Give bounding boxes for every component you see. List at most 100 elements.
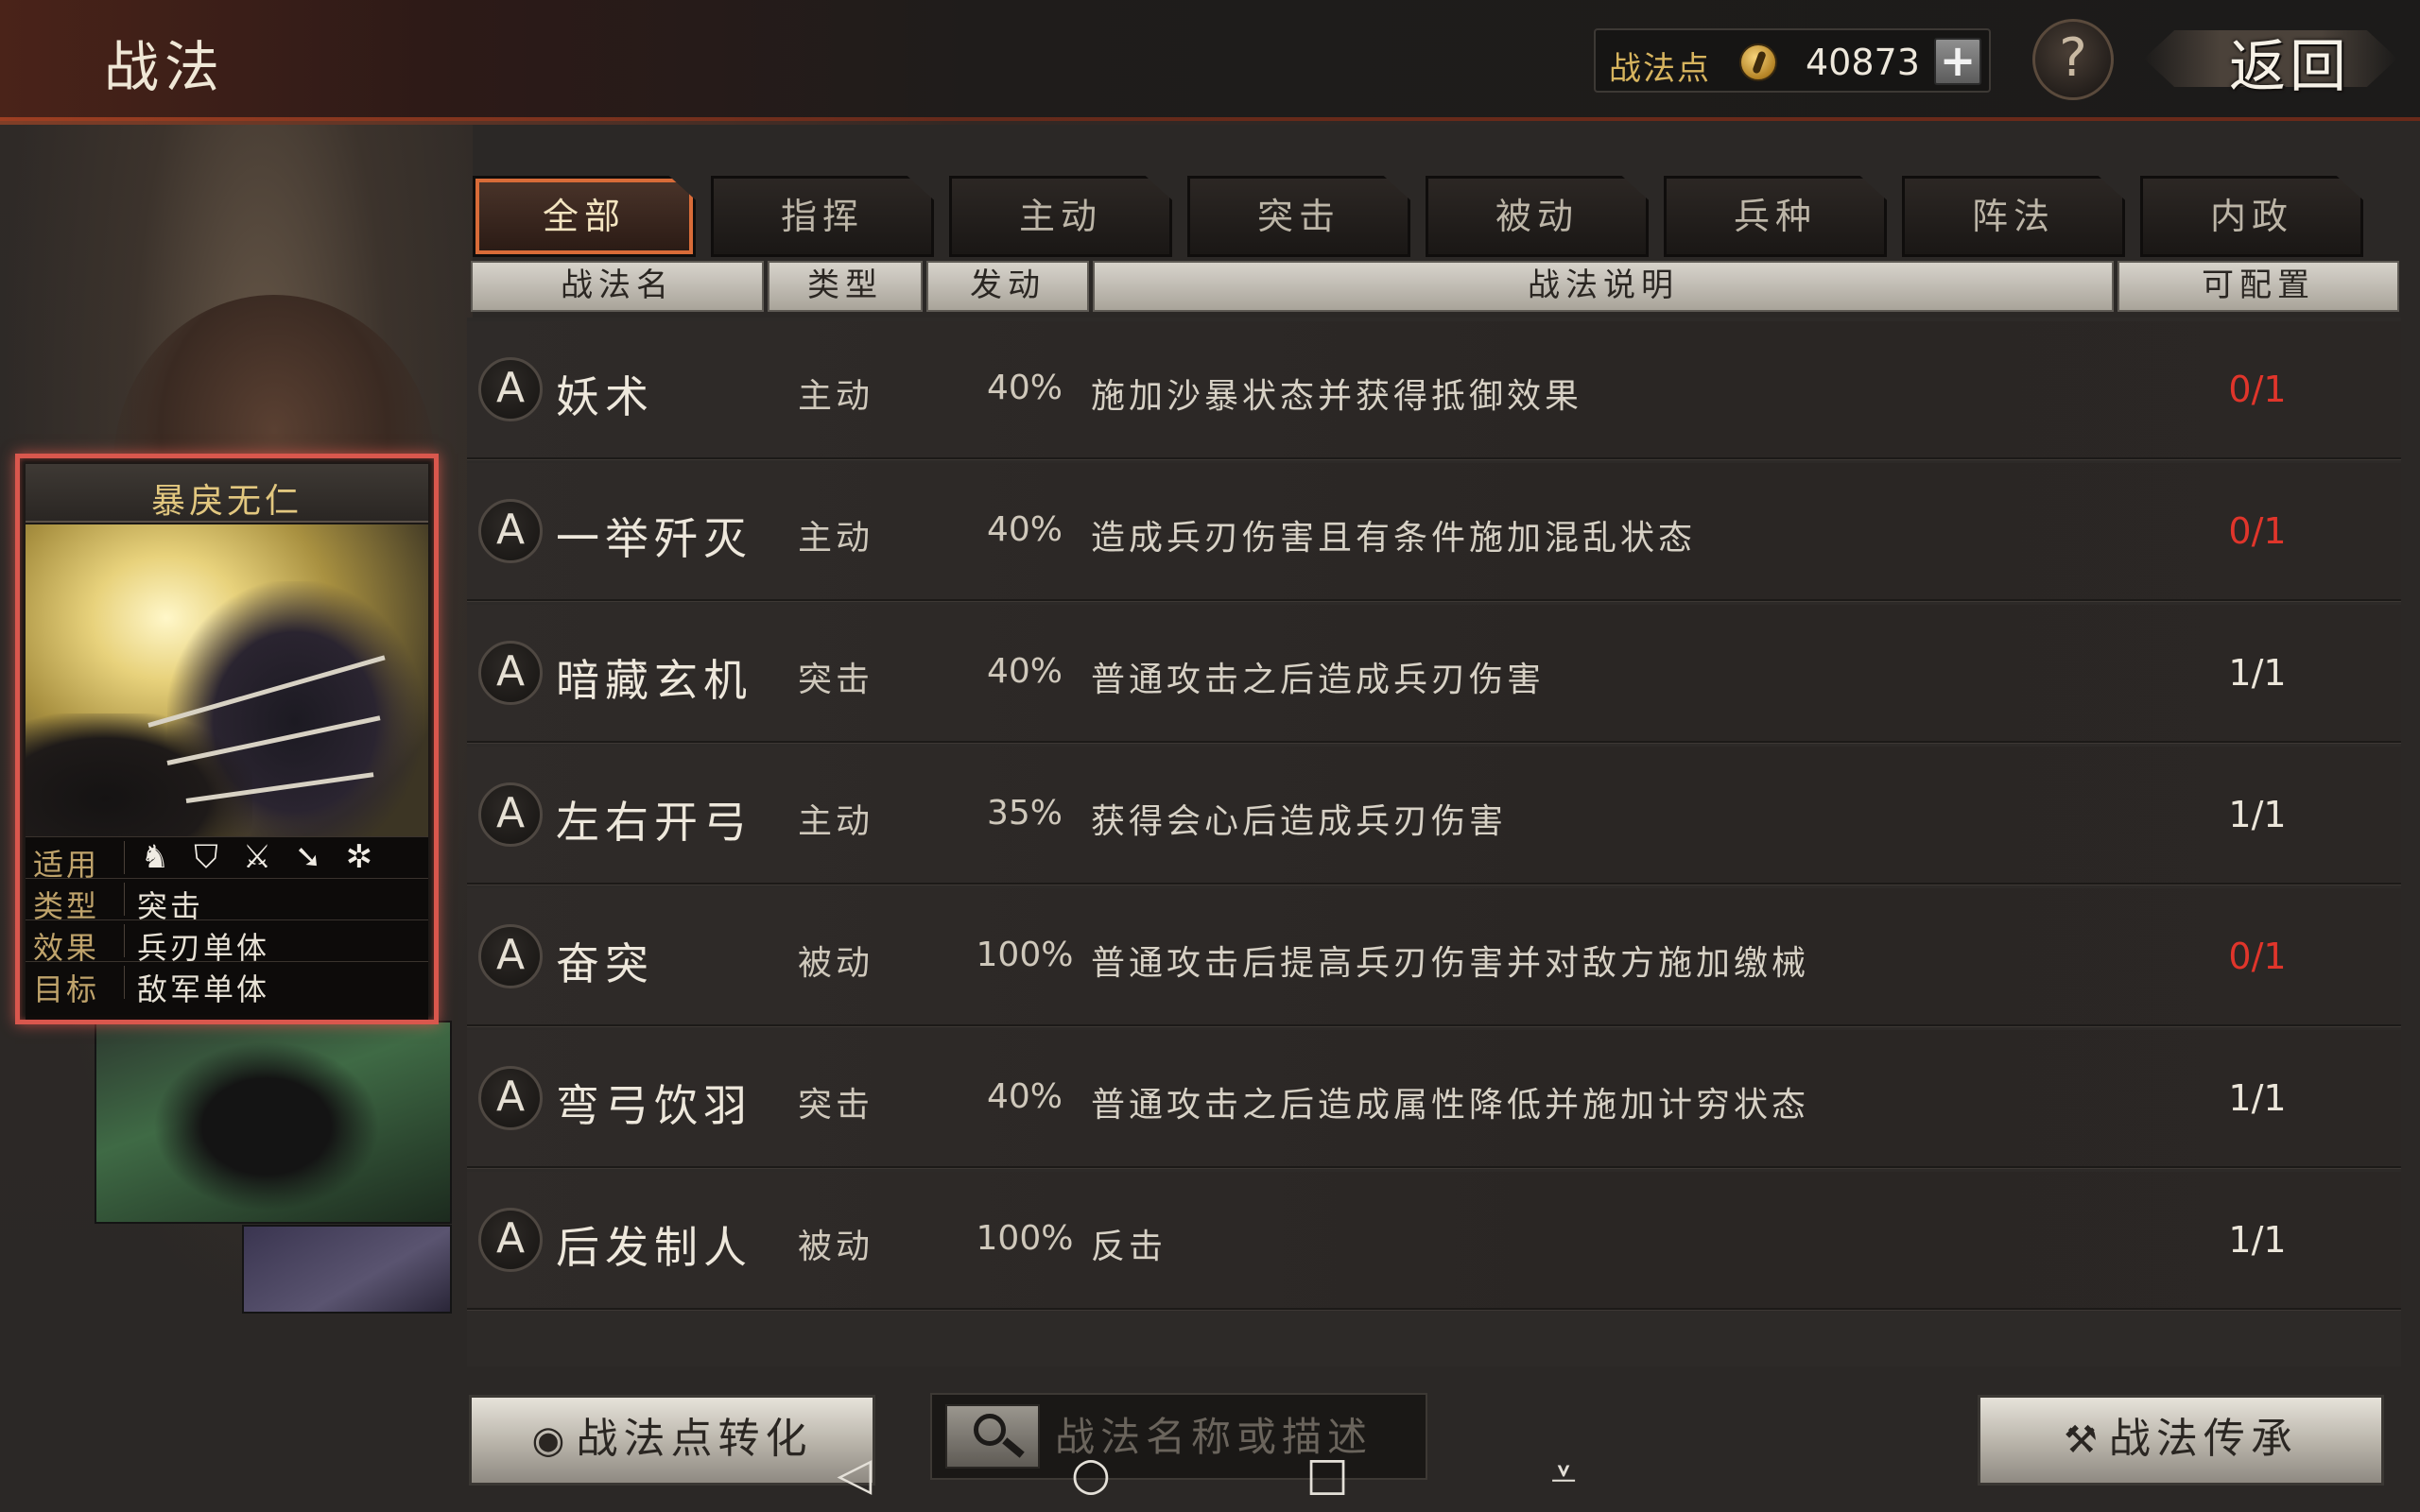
add-points-button[interactable]: +	[1934, 38, 1981, 85]
android-navigation-bar: ◁ ○ □ ⩡	[0, 1435, 2420, 1512]
card-properties: 适用 ♞ ⛉ ⚔ ➘ ✲ 类型 突击 效果 兵刃单体 目标 敌军单体	[26, 836, 428, 1020]
prop-value: 敌军单体	[137, 971, 270, 1007]
skill-description: 造成兵刃伤害且有条件施加混乱状态	[1091, 519, 1697, 558]
nav-recents-icon[interactable]: □	[1299, 1446, 1356, 1503]
skill-description: 普通攻击之后造成属性降低并施加计穷状态	[1091, 1086, 1810, 1125]
skill-list[interactable]: A 妖术 主动 40% 施加沙暴状态并获得抵御效果 0/1 A 一举歼灭 主动 …	[467, 318, 2401, 1366]
card-name-bar: 暴戾无仁	[26, 464, 428, 523]
skill-trigger-rate: 40%	[986, 510, 1063, 549]
arrow-icon: ➘	[294, 838, 322, 876]
grade-badge: A	[478, 357, 543, 421]
skill-type: 突击	[798, 1086, 874, 1125]
skill-type: 主动	[798, 802, 874, 841]
skill-config-count: 1/1	[2228, 1219, 2287, 1261]
card-skill-name: 暴戾无仁	[150, 482, 302, 521]
tab-assault[interactable]: 突击	[1187, 176, 1410, 257]
skill-card-thumbnail[interactable]	[242, 1225, 452, 1314]
top-bar: 战法 战法点 40873 + ? 返回	[0, 0, 2420, 125]
skill-trigger-rate: 35%	[986, 794, 1063, 833]
tab-active[interactable]: 主动	[949, 176, 1172, 257]
column-header-name[interactable]: 战法名	[471, 261, 764, 312]
tactic-points-label: 战法点	[1609, 50, 1711, 88]
divider	[124, 924, 125, 957]
divider	[124, 883, 125, 916]
table-header: 战法名 类型 发动 战法说明 可配置	[471, 261, 2399, 312]
table-row[interactable]: A 妖术 主动 40% 施加沙暴状态并获得抵御效果 0/1	[467, 321, 2401, 460]
back-label: 返回	[2229, 34, 2350, 100]
skill-description: 普通攻击之后造成兵刃伤害	[1091, 661, 1546, 699]
skill-name: 一举歼灭	[556, 513, 752, 564]
tab-passive[interactable]: 被动	[1426, 176, 1649, 257]
grade-badge: A	[478, 499, 543, 563]
skill-description: 获得会心后造成兵刃伤害	[1091, 802, 1508, 841]
skill-config-count: 1/1	[2228, 794, 2287, 835]
selected-skill-card[interactable]: 暴戾无仁 适用 ♞ ⛉ ⚔ ➘ ✲ 类型 突击 效果 兵刃单体 目标 敌军单体	[15, 454, 439, 1024]
coin-icon	[1739, 43, 1777, 81]
tab-troop[interactable]: 兵种	[1664, 176, 1887, 257]
tab-formation[interactable]: 阵法	[1902, 176, 2125, 257]
column-header-configurable[interactable]: 可配置	[2118, 261, 2399, 312]
wheel-icon: ✲	[345, 838, 373, 876]
category-tabs: 全部 指挥 主动 突击 被动 兵种 阵法 内政	[473, 176, 2401, 257]
tactic-points-box: 战法点 40873 +	[1594, 28, 1991, 93]
help-button[interactable]: ?	[2032, 19, 2114, 100]
table-row[interactable]: A 暗藏玄机 突击 40% 普通攻击之后造成兵刃伤害 1/1	[467, 605, 2401, 744]
skill-description: 施加沙暴状态并获得抵御效果	[1091, 377, 1583, 416]
skill-type: 被动	[798, 1228, 874, 1266]
prop-label: 目标	[33, 971, 100, 1007]
table-row[interactable]: A 奋突 被动 100% 普通攻击后提高兵刃伤害并对敌方施加缴械 0/1	[467, 888, 2401, 1027]
skill-name: 后发制人	[556, 1222, 752, 1273]
table-row[interactable]: A 左右开弓 主动 35% 获得会心后造成兵刃伤害 1/1	[467, 747, 2401, 885]
back-button[interactable]: 返回	[2144, 17, 2397, 100]
skill-config-count: 1/1	[2228, 1077, 2287, 1119]
tab-command[interactable]: 指挥	[711, 176, 934, 257]
skill-description: 普通攻击后提高兵刃伤害并对敌方施加缴械	[1091, 944, 1810, 983]
nav-home-icon[interactable]: ○	[1063, 1446, 1119, 1503]
divider	[124, 966, 125, 999]
prop-row-applicable: 适用 ♞ ⛉ ⚔ ➘ ✲	[26, 836, 428, 883]
skill-trigger-rate: 100%	[976, 1219, 1074, 1258]
skill-config-count: 1/1	[2228, 652, 2287, 694]
skill-config-count: 0/1	[2228, 510, 2287, 552]
prop-row-type: 类型 突击	[26, 878, 428, 924]
skill-card-thumbnail[interactable]	[95, 1021, 452, 1224]
crossed-swords-icon: ⚔	[242, 838, 272, 876]
column-header-description: 战法说明	[1093, 261, 2114, 312]
skill-name: 奋突	[556, 938, 654, 989]
tactic-points-value: 40873	[1806, 42, 1920, 83]
skill-trigger-rate: 40%	[986, 369, 1063, 407]
grade-badge: A	[478, 924, 543, 988]
divider	[124, 841, 125, 874]
skill-type: 主动	[798, 519, 874, 558]
skill-trigger-rate: 100%	[976, 936, 1074, 974]
skill-name: 左右开弓	[556, 797, 752, 848]
column-header-trigger[interactable]: 发动	[926, 261, 1089, 312]
prop-row-effect: 效果 兵刃单体	[26, 919, 428, 966]
column-header-type[interactable]: 类型	[768, 261, 923, 312]
troop-type-icons: ♞ ⛉ ⚔ ➘ ✲	[137, 839, 377, 875]
skill-config-count: 0/1	[2228, 936, 2287, 977]
tab-all[interactable]: 全部	[473, 176, 696, 257]
table-row[interactable]: A 一举歼灭 主动 40% 造成兵刃伤害且有条件施加混乱状态 0/1	[467, 463, 2401, 602]
cavalry-icon: ♞	[140, 838, 170, 876]
tab-internal[interactable]: 内政	[2140, 176, 2363, 257]
table-row[interactable]: A 后发制人 被动 100% 反击 1/1	[467, 1172, 2401, 1311]
skill-trigger-rate: 40%	[986, 1077, 1063, 1116]
shield-icon: ⛉	[194, 838, 218, 876]
page-title: 战法	[104, 35, 226, 99]
skill-trigger-rate: 40%	[986, 652, 1063, 691]
skill-config-count: 0/1	[2228, 369, 2287, 410]
skill-name: 暗藏玄机	[556, 655, 752, 706]
table-row[interactable]: A 弯弓饮羽 突击 40% 普通攻击之后造成属性降低并施加计穷状态 1/1	[467, 1030, 2401, 1169]
grade-badge: A	[478, 641, 543, 705]
nav-menu-icon[interactable]: ⩡	[1535, 1446, 1592, 1503]
skill-type: 被动	[798, 944, 874, 983]
skill-name: 弯弓饮羽	[556, 1080, 752, 1131]
nav-back-icon[interactable]: ◁	[826, 1446, 883, 1503]
grade-badge: A	[478, 782, 543, 847]
skill-name: 妖术	[556, 371, 654, 422]
skill-type: 突击	[798, 661, 874, 699]
skill-type: 主动	[798, 377, 874, 416]
card-artwork	[26, 524, 428, 836]
horse-illustration	[26, 713, 252, 836]
